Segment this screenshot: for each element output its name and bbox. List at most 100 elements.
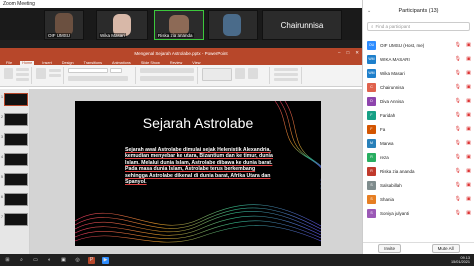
avatar: R <box>367 152 376 162</box>
font-size-select[interactable] <box>110 68 122 73</box>
mic-muted-icon[interactable]: 🎙 <box>455 70 461 76</box>
video-tile[interactable]: OIF UMSU <box>44 10 84 40</box>
mic-muted-icon[interactable]: 🎙 <box>455 154 461 160</box>
participant-search-input[interactable]: ⌕ Find a participant <box>367 22 470 31</box>
mic-muted-icon[interactable]: 🎙 <box>455 98 461 104</box>
font-select[interactable] <box>68 68 108 73</box>
powerpoint-title: Mengenal Sejarah Astrolabe.pptx - PowerP… <box>134 50 228 56</box>
windows-start-icon[interactable]: ⊞ <box>4 257 11 264</box>
chrome-icon[interactable]: ◎ <box>74 257 81 264</box>
tile-name: Chairunnisa <box>280 21 324 30</box>
participant-row[interactable]: WM Wika Masari 🎙 ▣ <box>363 66 474 80</box>
format-painter-button[interactable] <box>16 78 29 81</box>
participants-panel: ⌄ Participants (13) ⌕ Find a participant… <box>362 0 474 266</box>
chevron-down-icon[interactable]: ⌄ <box>367 8 371 14</box>
slide-number: 3 <box>1 135 3 139</box>
zoom-icon[interactable]: ▶ <box>102 256 109 264</box>
participant-row[interactable]: WM WIKA MASARI 🎙 ▣ <box>363 52 474 66</box>
search-icon[interactable]: ⌕ <box>18 257 25 264</box>
edge-icon[interactable]: ◐ <box>46 257 53 264</box>
slide-thumbnail[interactable] <box>4 113 28 126</box>
participant-row[interactable]: S Shania 🎙 ▣ <box>363 192 474 206</box>
maximize-icon[interactable]: □ <box>347 50 350 56</box>
camera-off-icon[interactable]: ▣ <box>466 42 471 48</box>
powerpoint-icon[interactable]: P <box>88 256 95 264</box>
participant-row[interactable]: M Marwa 🎙 ▣ <box>363 136 474 150</box>
camera-off-icon[interactable]: ▣ <box>466 140 471 146</box>
participant-row[interactable]: S Salsabillah 🎙 ▣ <box>363 178 474 192</box>
system-tray-clock[interactable]: 09.13 15/01/2021 <box>451 256 470 265</box>
find-button[interactable] <box>274 68 298 71</box>
layout-button[interactable] <box>49 69 61 72</box>
video-tile[interactable]: Wika Masari <box>96 10 148 40</box>
camera-off-icon[interactable]: ▣ <box>466 70 471 76</box>
mic-muted-icon[interactable]: 🎙 <box>455 168 461 174</box>
slide-thumbnail[interactable] <box>4 133 28 146</box>
video-tile-active[interactable]: Riska zia ananda <box>154 10 204 40</box>
camera-off-icon[interactable]: ▣ <box>466 210 471 216</box>
mic-muted-icon[interactable]: 🎙 <box>455 182 461 188</box>
minimize-icon[interactable]: – <box>338 50 341 56</box>
mic-muted-icon[interactable]: 🎙 <box>455 126 461 132</box>
camera-off-icon[interactable]: ▣ <box>466 126 471 132</box>
reset-button[interactable] <box>49 74 61 77</box>
copy-button[interactable] <box>16 73 29 76</box>
mic-muted-icon[interactable]: 🎙 <box>455 210 461 216</box>
cut-button[interactable] <box>16 68 29 71</box>
align-buttons[interactable] <box>140 76 194 81</box>
participant-row[interactable]: OU OIF UMSU (Host, me) 🎙 ▣ <box>363 38 474 52</box>
font-format-buttons[interactable] <box>68 76 128 81</box>
quick-styles-button[interactable] <box>248 68 258 79</box>
slide-thumbnail[interactable] <box>4 93 28 106</box>
camera-off-icon[interactable]: ▣ <box>466 84 471 90</box>
camera-off-icon[interactable]: ▣ <box>466 112 471 118</box>
file-explorer-icon[interactable]: ▣ <box>60 257 67 264</box>
mic-muted-icon[interactable]: 🎙 <box>455 84 461 90</box>
participant-name: OIF UMSU (Host, me) <box>380 42 425 48</box>
mic-muted-icon[interactable]: 🎙 <box>455 140 461 146</box>
mic-muted-icon[interactable]: 🎙 <box>455 196 461 202</box>
camera-off-icon[interactable]: ▣ <box>466 98 471 104</box>
participant-row[interactable]: C Chairunnisa 🎙 ▣ <box>363 80 474 94</box>
participant-row[interactable]: F Fa 🎙 ▣ <box>363 122 474 136</box>
mic-muted-icon[interactable]: 🎙 <box>455 56 461 62</box>
slide-thumbnail-pane: 1 2 3 4 5 6 7 <box>0 89 30 257</box>
camera-off-icon[interactable]: ▣ <box>466 168 471 174</box>
mic-muted-icon[interactable]: 🎙 <box>455 42 461 48</box>
list-buttons[interactable] <box>140 68 194 73</box>
participant-row[interactable]: D Diva Annisa 🎙 ▣ <box>363 94 474 108</box>
mute-all-button[interactable]: Mute All <box>431 244 460 253</box>
invite-button[interactable]: Invite <box>378 244 402 253</box>
video-tile[interactable] <box>208 10 258 40</box>
slide-body-text: Sejarah awal Astrolabe dimulai sejak Hel… <box>125 147 273 186</box>
camera-off-icon[interactable]: ▣ <box>466 56 471 62</box>
camera-off-icon[interactable]: ▣ <box>466 154 471 160</box>
current-slide[interactable]: Sejarah Astrolabe Sejarah awal Astrolabe… <box>75 101 321 246</box>
participant-row[interactable]: R Riska zia ananda 🎙 ▣ <box>363 164 474 178</box>
close-icon[interactable]: ✕ <box>355 50 359 56</box>
replace-button[interactable] <box>274 73 298 76</box>
tile-name: Riska zia ananda <box>157 33 194 38</box>
mic-muted-icon[interactable]: 🎙 <box>455 112 461 118</box>
participants-header: ⌄ Participants (13) <box>363 0 474 22</box>
camera-off-icon[interactable]: ▣ <box>466 182 471 188</box>
participant-row[interactable]: F Faridah 🎙 ▣ <box>363 108 474 122</box>
shapes-gallery[interactable] <box>202 68 232 81</box>
slide-thumbnail[interactable] <box>4 193 28 206</box>
slide-thumbnail[interactable] <box>4 213 28 226</box>
slide-number: 4 <box>1 155 3 159</box>
paste-button[interactable] <box>4 68 13 79</box>
new-slide-button[interactable] <box>36 68 46 79</box>
participant-name: Salsabillah <box>380 182 402 188</box>
select-button[interactable] <box>274 78 298 81</box>
participant-name: Shania <box>380 196 395 202</box>
video-tile[interactable]: Chairunnisa <box>262 10 342 40</box>
task-view-icon[interactable]: ▭ <box>32 257 39 264</box>
participant-row[interactable]: S Soniya julyanti 🎙 ▣ <box>363 206 474 220</box>
slide-thumbnail[interactable] <box>4 173 28 186</box>
participant-row[interactable]: Rreza 🎙 ▣ <box>363 150 474 164</box>
camera-off-icon[interactable]: ▣ <box>466 196 471 202</box>
arrange-button[interactable] <box>235 68 245 79</box>
slide-thumbnail[interactable] <box>4 153 28 166</box>
participants-footer: Invite Mute All <box>363 242 474 254</box>
